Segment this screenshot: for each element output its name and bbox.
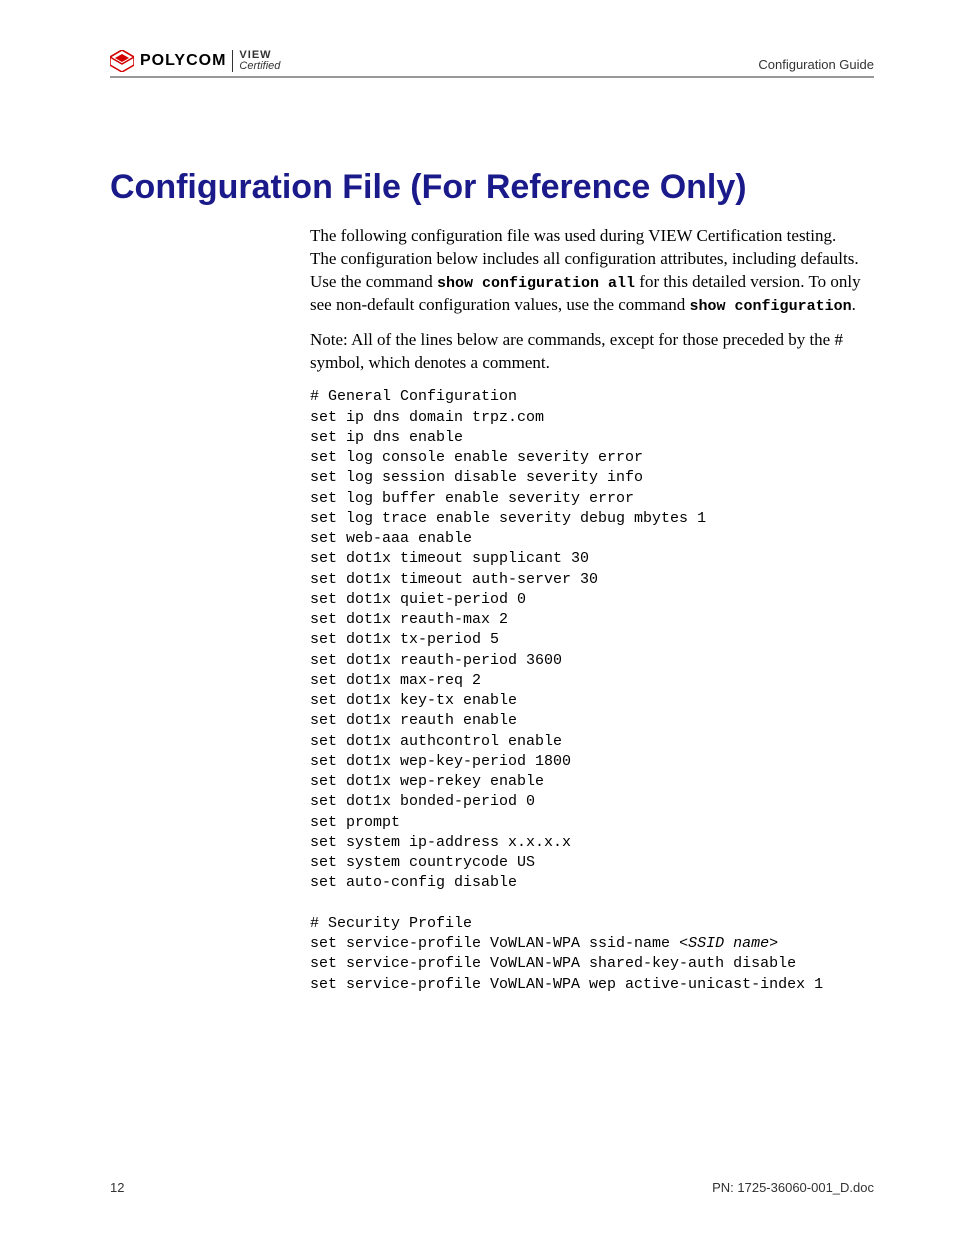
page-footer: 12 PN: 1725-36060-001_D.doc <box>110 1180 874 1195</box>
intro-text: The following configuration file was use… <box>310 225 864 375</box>
brand-block: POLYCOM VIEW Certified <box>110 50 280 72</box>
page: POLYCOM VIEW Certified Configuration Gui… <box>0 0 954 1235</box>
view-certified-badge: VIEW Certified <box>232 50 280 72</box>
section-title: Configuration File (For Reference Only) <box>110 168 874 207</box>
configuration-code: # General Configuration set ip dns domai… <box>310 387 864 995</box>
intro-paragraph-2: Note: All of the lines below are command… <box>310 329 864 375</box>
part-number: PN: 1725-36060-001_D.doc <box>712 1180 874 1195</box>
intro-p1-post: . <box>852 295 856 314</box>
badge-certified: Certified <box>239 61 280 72</box>
command-show-config-all: show configuration all <box>437 275 635 292</box>
header-doc-title: Configuration Guide <box>758 57 874 72</box>
command-show-config: show configuration <box>690 298 852 315</box>
code-part-2: set service-profile VoWLAN-WPA shared-ke… <box>310 955 823 992</box>
page-header: POLYCOM VIEW Certified Configuration Gui… <box>110 50 874 78</box>
brand-name: POLYCOM <box>140 52 226 70</box>
code-part-1: # General Configuration set ip dns domai… <box>310 388 706 952</box>
polycom-logo-icon <box>110 50 134 72</box>
ssid-placeholder: <SSID name> <box>679 935 778 952</box>
intro-paragraph-1: The following configuration file was use… <box>310 225 864 317</box>
page-number: 12 <box>110 1180 124 1195</box>
